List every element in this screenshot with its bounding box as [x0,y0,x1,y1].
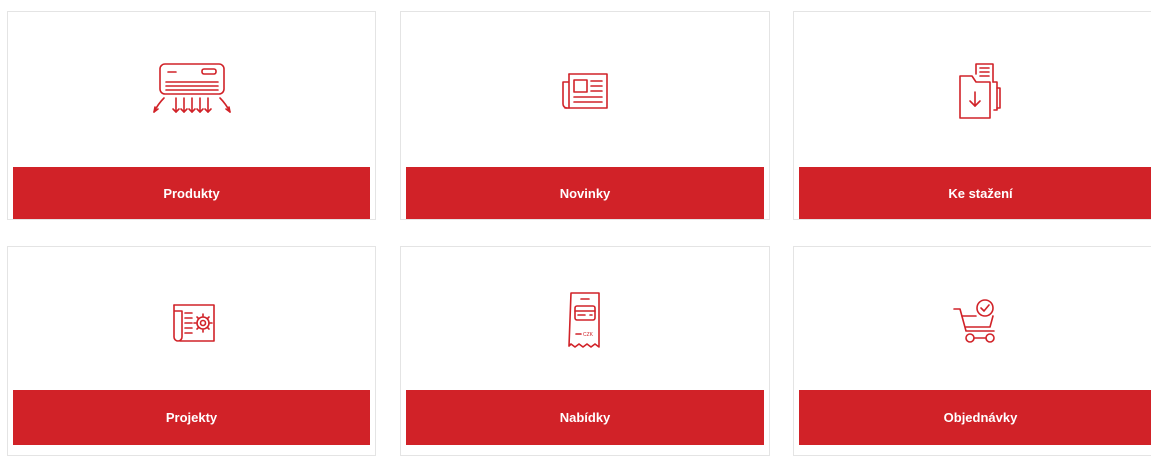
tile-label[interactable]: Objednávky [799,390,1151,445]
tile-projekty[interactable]: Projekty [7,246,376,456]
tile-label[interactable]: Ke stažení [799,167,1151,219]
air-conditioner-icon [8,52,375,132]
tile-label[interactable]: Novinky [406,167,764,219]
cart-check-icon [794,283,1151,363]
tile-ke-stazeni[interactable]: Ke stažení [793,11,1151,220]
offer-receipt-icon: CZK [401,283,769,363]
receipt-currency: CZK [583,332,594,338]
tile-novinky[interactable]: Novinky [400,11,770,220]
tile-label[interactable]: Produkty [13,167,370,219]
tile-nabidky[interactable]: CZK Nabídky [400,246,770,456]
newspaper-icon [401,52,769,132]
tile-produkty[interactable]: Produkty [7,11,376,220]
dashboard-tiles-grid: Produkty Novinky Ke stažení Projekty CZK… [0,0,1151,456]
tile-label[interactable]: Nabídky [406,390,764,445]
project-settings-icon [8,283,375,363]
tile-label[interactable]: Projekty [13,390,370,445]
download-document-icon [794,52,1151,132]
tile-objednavky[interactable]: Objednávky [793,246,1151,456]
